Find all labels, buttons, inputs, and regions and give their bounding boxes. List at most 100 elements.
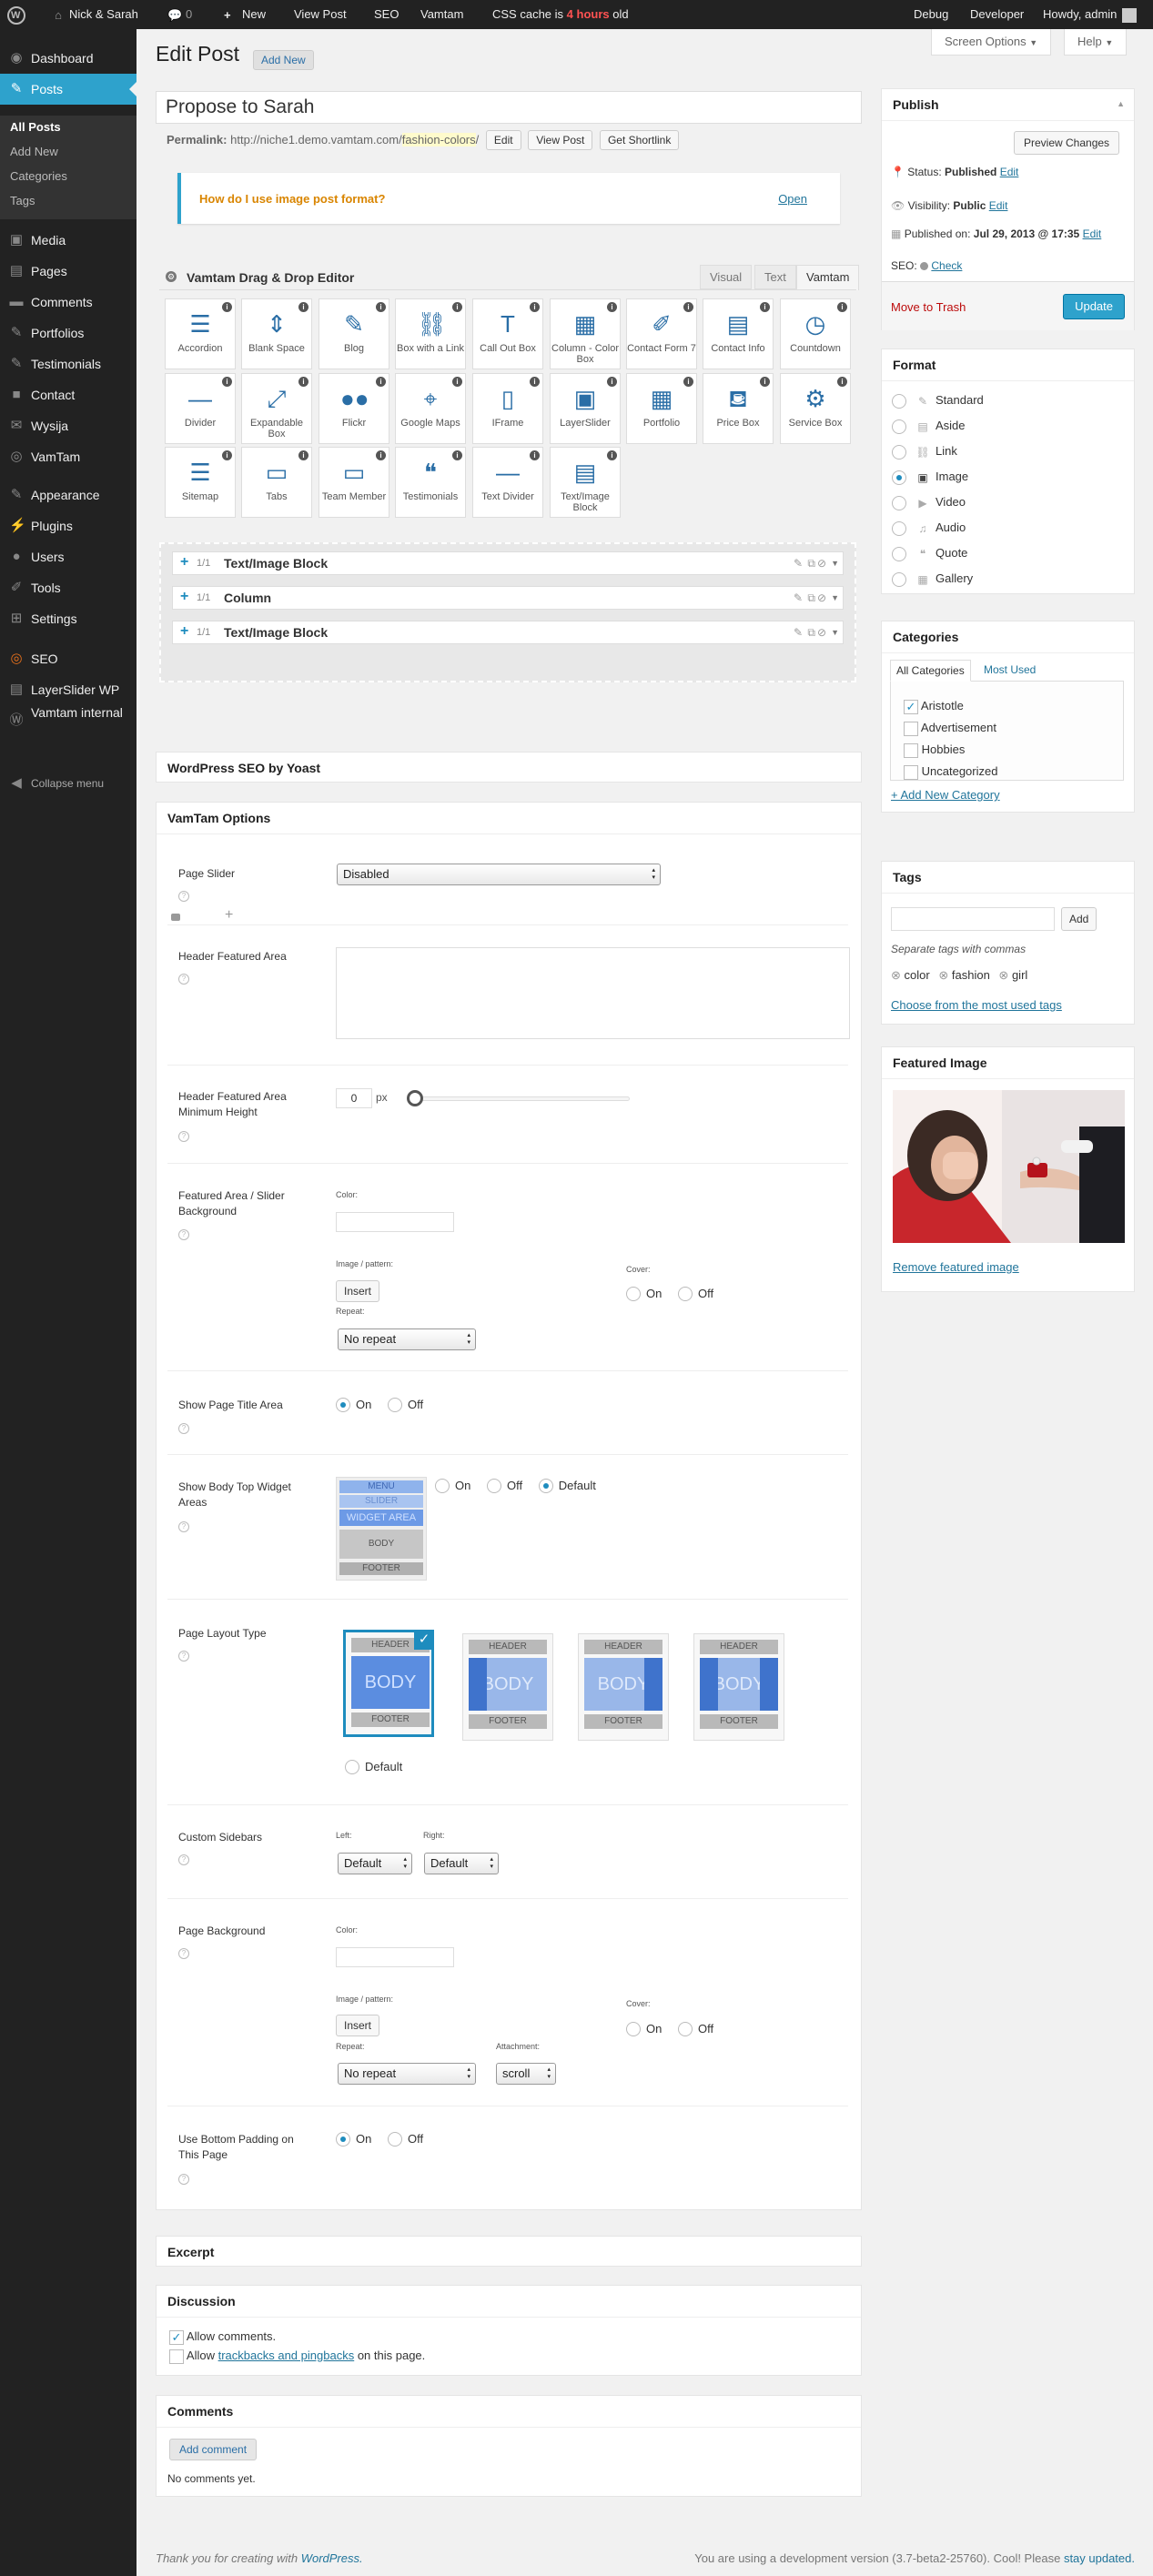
sidebar-item-comments[interactable]: ▬ Comments: [0, 287, 137, 318]
featured-image-thumbnail[interactable]: [893, 1090, 1125, 1243]
format-radio[interactable]: [892, 393, 906, 409]
tool-blog[interactable]: i ✎ Blog: [319, 298, 389, 369]
layout-element[interactable]: +1/1 Column ✎ ⧉ ⊘ ▼: [172, 586, 844, 610]
format-option-video[interactable]: ▶ Video: [892, 493, 966, 511]
submenu-all-posts[interactable]: All Posts: [10, 116, 61, 139]
tool-price-box[interactable]: i ⛾ Price Box: [703, 373, 774, 444]
tool-flickr[interactable]: i ●● Flickr: [319, 373, 389, 444]
format-option-link[interactable]: ⛓ Link: [892, 442, 957, 460]
slider-handle[interactable]: [407, 1090, 423, 1106]
help-icon[interactable]: ?: [178, 891, 189, 902]
allow-comments-checkbox[interactable]: ✓: [169, 2329, 184, 2345]
plus-icon[interactable]: +: [180, 621, 188, 642]
sidebar-item-media[interactable]: ▣ Media: [0, 225, 137, 256]
sidebar-item-vamtam[interactable]: ◎ VamTam: [0, 441, 137, 472]
page-bg-insert-button[interactable]: Insert: [336, 2015, 380, 2036]
info-icon[interactable]: i: [222, 377, 232, 387]
layout-default-radio[interactable]: [345, 1759, 359, 1774]
sidebar-item-collapse-menu[interactable]: ◀ Collapse menu: [0, 768, 137, 799]
delete-icon[interactable]: ⊘: [817, 552, 826, 574]
format-option-audio[interactable]: ♫ Audio: [892, 519, 966, 537]
layout-left-sidebar[interactable]: HEADER BODY FOOTER: [462, 1633, 553, 1741]
wordpress-link[interactable]: WordPress.: [301, 2551, 363, 2565]
sidebar-item-contact[interactable]: ■ Contact: [0, 379, 137, 410]
tool-contact-form-7[interactable]: i ✐ Contact Form 7: [626, 298, 697, 369]
padding-on-radio[interactable]: [336, 2131, 350, 2147]
add-new-category-link[interactable]: + Add New Category: [891, 788, 1000, 802]
title-off-radio[interactable]: [387, 1397, 402, 1412]
tool-iframe[interactable]: i ▯ IFrame: [472, 373, 543, 444]
admin-bar-view-post[interactable]: View Post: [294, 0, 347, 29]
info-icon[interactable]: i: [530, 450, 540, 460]
info-icon[interactable]: i: [837, 377, 847, 387]
plus-icon[interactable]: +: [180, 551, 188, 573]
allow-pingbacks-checkbox[interactable]: [169, 2349, 184, 2364]
format-option-quote[interactable]: ❝ Quote: [892, 544, 967, 562]
sidebar-item-testimonials[interactable]: ✎ Testimonials: [0, 349, 137, 379]
remove-tag-icon[interactable]: ⊗: [938, 968, 948, 982]
format-radio[interactable]: [892, 546, 906, 561]
format-radio[interactable]: [892, 520, 906, 536]
help-icon[interactable]: ?: [178, 974, 189, 985]
left-sidebar-select[interactable]: Default: [338, 1853, 412, 1874]
info-icon[interactable]: i: [607, 302, 617, 312]
notice-open-link[interactable]: Open: [778, 192, 807, 206]
wordpress-logo-icon[interactable]: [7, 0, 25, 29]
cover-on-radio[interactable]: [626, 2021, 641, 2036]
info-icon[interactable]: i: [760, 377, 770, 387]
layout-two-sidebars[interactable]: HEADER BODY FOOTER: [693, 1633, 784, 1741]
admin-bar-new[interactable]: + New: [224, 0, 266, 29]
page-bg-color-input[interactable]: [336, 1947, 454, 1967]
edit-icon[interactable]: ✎: [794, 552, 803, 574]
tool-text-divider[interactable]: i — Text Divider: [472, 447, 543, 518]
format-radio[interactable]: [892, 495, 906, 510]
yoast-seo-box[interactable]: WordPress SEO by Yoast: [156, 752, 862, 783]
screen-options-tab[interactable]: Screen Options ▼: [931, 29, 1052, 56]
category-item[interactable]: Hobbies: [904, 742, 965, 758]
tab-most-used[interactable]: Most Used: [984, 663, 1036, 676]
tag-input[interactable]: [891, 907, 1055, 931]
info-icon[interactable]: i: [222, 450, 232, 460]
format-option-standard[interactable]: ✎ Standard: [892, 391, 984, 409]
help-icon[interactable]: ?: [178, 1854, 189, 1865]
admin-bar-seo[interactable]: SEO: [374, 0, 399, 29]
info-icon[interactable]: i: [607, 450, 617, 460]
submenu-tags[interactable]: Tags: [10, 189, 35, 213]
sidebar-item-pages[interactable]: ▤ Pages: [0, 256, 137, 287]
tab-text[interactable]: Text: [754, 265, 796, 289]
tool-box-with-a-link[interactable]: i ⛓ Box with a Link: [395, 298, 466, 369]
status-edit-link[interactable]: Edit: [1000, 166, 1019, 178]
visibility-edit-link[interactable]: Edit: [989, 199, 1008, 212]
category-item[interactable]: ✓ Aristotle: [904, 699, 964, 714]
admin-bar-site[interactable]: ⌂ Nick & Sarah: [51, 0, 138, 29]
min-height-slider[interactable]: [410, 1096, 630, 1101]
plus-icon[interactable]: +: [180, 586, 188, 608]
padding-off-radio[interactable]: [387, 2131, 402, 2147]
tool-tabs[interactable]: i ▭ Tabs: [241, 447, 312, 518]
page-slider-select[interactable]: Disabled: [337, 864, 661, 885]
min-height-input[interactable]: 0: [336, 1088, 372, 1108]
tool-countdown[interactable]: i ◷ Countdown: [780, 298, 851, 369]
help-icon[interactable]: ?: [178, 1423, 189, 1434]
move-to-trash-link[interactable]: Move to Trash: [891, 300, 966, 314]
info-icon[interactable]: i: [530, 377, 540, 387]
add-new-post-button[interactable]: Add New: [253, 50, 314, 70]
format-option-aside[interactable]: ▤ Aside: [892, 417, 966, 435]
info-icon[interactable]: i: [683, 377, 693, 387]
clone-icon[interactable]: ⧉: [807, 587, 815, 609]
info-icon[interactable]: i: [376, 302, 386, 312]
tool-service-box[interactable]: i ⚙ Service Box: [780, 373, 851, 444]
add-tag-button[interactable]: Add: [1061, 907, 1097, 931]
tab-vamtam[interactable]: Vamtam: [796, 265, 860, 290]
format-option-gallery[interactable]: ▦ Gallery: [892, 570, 973, 588]
remove-featured-image-link[interactable]: Remove featured image: [893, 1260, 1019, 1274]
right-sidebar-select[interactable]: Default: [424, 1853, 499, 1874]
body-top-off-radio[interactable]: [486, 1478, 501, 1493]
add-comment-button[interactable]: Add comment: [169, 2439, 258, 2460]
help-icon[interactable]: ?: [178, 1651, 189, 1662]
layout-element[interactable]: +1/1 Text/Image Block ✎ ⧉ ⊘ ▼: [172, 551, 844, 575]
title-on-radio[interactable]: [336, 1397, 350, 1412]
help-tab[interactable]: Help ▼: [1064, 29, 1128, 56]
sidebar-item-users[interactable]: ● Users: [0, 541, 137, 572]
layout-full-width[interactable]: HEADER BODY FOOTER ✓: [343, 1630, 434, 1737]
